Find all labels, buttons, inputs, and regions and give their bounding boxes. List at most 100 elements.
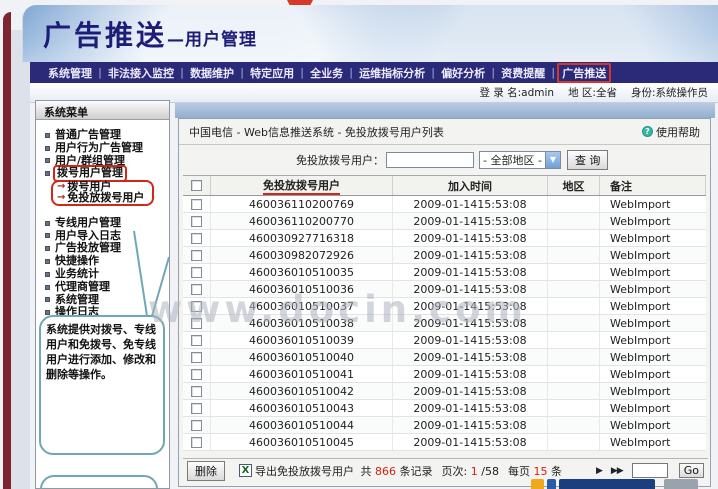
delete-button[interactable]: 删除 xyxy=(187,460,225,481)
pagination-stats: 共 866 条记录 页次: 1 /58 每页 15 条 ▶ ▶▶ Go xyxy=(361,463,704,479)
header-user[interactable]: 免投放拨号用户 xyxy=(211,176,393,195)
sidebar-menu-item[interactable]: → 普通广告管理 xyxy=(36,128,169,142)
table-row: 460036010510041 2009-01-1415:53:08 WebIm… xyxy=(183,366,706,383)
login-role: 身份:系统操作员 xyxy=(630,87,708,99)
export-link[interactable]: 导出免投放拨号用户 xyxy=(255,463,354,479)
search-input[interactable] xyxy=(386,152,474,168)
row-checkbox[interactable] xyxy=(191,419,202,431)
row-checkbox[interactable] xyxy=(191,215,202,227)
square-bullet-icon xyxy=(45,145,50,151)
square-bullet-icon xyxy=(45,171,50,177)
page-indicator: 页次: 1 /58 xyxy=(442,463,499,479)
sidebar-menu-item-label: 代理商管理 xyxy=(55,279,110,293)
nav-item-label: 数据维护 xyxy=(190,66,235,80)
region-cell xyxy=(548,247,600,263)
table-row: 460036010510036 2009-01-1415:53:08 WebIm… xyxy=(183,281,706,298)
row-checkbox[interactable] xyxy=(191,351,202,363)
content-top-bar xyxy=(175,103,715,118)
table-row: 460036010510039 2009-01-1415:53:08 WebIm… xyxy=(183,332,706,349)
sidebar-menu-item[interactable]: → 专线用户管理 xyxy=(36,216,169,230)
nav-separator: | xyxy=(491,66,496,79)
row-checkbox[interactable] xyxy=(191,266,202,278)
nav-separator: | xyxy=(431,66,436,79)
join-time-cell: 2009-01-1415:53:08 xyxy=(393,230,548,246)
join-time-cell: 2009-01-1415:53:08 xyxy=(393,434,548,450)
row-checkbox[interactable] xyxy=(191,436,202,448)
sidebar-menu-item-label: 业务统计 xyxy=(55,266,99,280)
sidebar-menu-item[interactable]: → 业务统计 xyxy=(36,266,169,281)
table-row: 460036010510037 2009-01-1415:53:08 WebIm… xyxy=(183,298,706,315)
row-checkbox-cell xyxy=(183,366,211,382)
nav-item[interactable]: 系统管理 | xyxy=(44,64,104,82)
remark-cell: WebImport xyxy=(610,231,671,245)
join-time-cell: 2009-01-1415:53:08 xyxy=(393,196,548,212)
nav-item[interactable]: 数据维护 | xyxy=(186,64,246,82)
sidebar-menu-item[interactable]: → 免投放拨号用户 xyxy=(51,191,154,206)
row-checkbox-cell xyxy=(183,332,211,348)
help-link[interactable]: 使用帮助 xyxy=(642,124,700,140)
nav-item[interactable]: 广告推送 | xyxy=(557,62,612,83)
user-id-cell: 460030982072926 xyxy=(211,247,393,263)
row-checkbox[interactable] xyxy=(191,198,202,210)
region-cell xyxy=(548,434,600,450)
region-cell xyxy=(548,196,600,212)
remark-cell: WebImport xyxy=(610,401,671,415)
nav-separator: | xyxy=(240,66,245,79)
header-time: 加入时间 xyxy=(393,176,548,195)
sidebar-menu-item[interactable]: → 用户行为广告管理 xyxy=(36,141,169,155)
last-page-icon[interactable]: ▶▶ xyxy=(611,466,624,476)
nav-item[interactable]: 运维指标分析 | xyxy=(355,64,437,82)
perpage-prefix: 每页 xyxy=(507,464,530,478)
user-id-cell: 460036010510038 xyxy=(211,315,393,331)
nav-item[interactable]: 特定应用 | xyxy=(246,64,306,82)
row-checkbox-cell xyxy=(183,264,211,280)
row-checkbox[interactable] xyxy=(191,232,202,244)
page-label: 页次: xyxy=(441,464,468,478)
user-id-cell: 460036010510043 xyxy=(211,400,393,416)
nav-item[interactable]: 非法接入监控 | xyxy=(104,64,186,82)
row-checkbox-cell xyxy=(183,434,211,450)
join-time-cell: 2009-01-1415:53:08 xyxy=(393,366,548,382)
square-bullet-icon xyxy=(45,271,50,277)
region-select[interactable]: - 全部地区 - ▼ xyxy=(479,151,561,169)
join-time-cell: 2009-01-1415:53:08 xyxy=(393,383,548,399)
main-panel: 中国电信 - Web信息推送系统 - 免投放拨号用户列表 使用帮助 免投放拨号用… xyxy=(178,118,711,487)
row-checkbox[interactable] xyxy=(191,300,202,312)
row-checkbox[interactable] xyxy=(191,368,202,380)
nav-item-label: 资费提醒 xyxy=(501,66,546,80)
query-button[interactable]: 查 询 xyxy=(566,150,609,170)
nav-separator: | xyxy=(300,66,305,79)
goto-page-input[interactable] xyxy=(631,463,668,478)
row-checkbox[interactable] xyxy=(191,249,202,261)
help-label: 使用帮助 xyxy=(656,125,700,139)
table-body: 460036110200769 2009-01-1415:53:08 WebIm… xyxy=(183,196,706,451)
excel-export-icon xyxy=(239,464,252,477)
row-checkbox[interactable] xyxy=(191,283,202,295)
row-checkbox[interactable] xyxy=(191,402,202,414)
region-cell xyxy=(548,332,600,348)
table-row: 460036010510043 2009-01-1415:53:08 WebIm… xyxy=(183,400,706,417)
user-id-cell: 460036010510044 xyxy=(211,417,393,433)
go-button[interactable]: Go xyxy=(678,463,704,478)
nav-item[interactable]: 资费提醒 | xyxy=(497,64,557,82)
row-checkbox[interactable] xyxy=(191,385,202,397)
sidebar-menu-item[interactable]: → 代理商管理 xyxy=(36,279,169,294)
row-checkbox[interactable] xyxy=(191,317,202,329)
join-time-cell: 2009-01-1415:53:08 xyxy=(393,400,548,416)
nav-item[interactable]: 全业务 | xyxy=(306,64,355,82)
chevron-down-icon[interactable]: ▼ xyxy=(544,152,560,168)
sidebar-menu-item[interactable]: → 拨号用户管理 xyxy=(36,165,169,183)
square-bullet-icon xyxy=(45,246,50,252)
region-cell xyxy=(548,400,600,416)
callout-bubble-partial xyxy=(40,475,158,488)
callout-bubble: 系统提供对拨号、专线用户和免拨号、免专线用户进行添加、修改和删除等操作。 xyxy=(39,315,165,455)
next-page-icon[interactable]: ▶ xyxy=(596,466,603,476)
app-window: 广告推送—用户管理 系统管理 | 非法接入监控 | 数据维护 | 特定应用 | … xyxy=(0,0,718,489)
region-cell xyxy=(548,366,600,382)
nav-item[interactable]: 偏好分析 | xyxy=(437,64,497,82)
select-all-checkbox[interactable] xyxy=(191,180,202,191)
row-checkbox[interactable] xyxy=(191,334,202,346)
logo-yellow-block xyxy=(531,479,544,489)
nav-item-label: 运维指标分析 xyxy=(359,66,426,80)
nav-item-label: 广告推送 xyxy=(557,62,612,83)
